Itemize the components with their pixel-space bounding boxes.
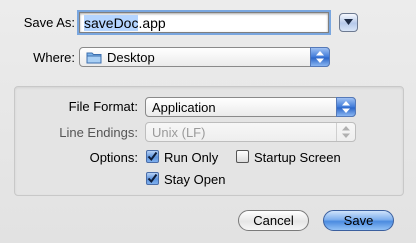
popup-arrows <box>336 97 356 117</box>
line-endings-value: Unix (LF) <box>152 124 206 140</box>
checkmark-icon <box>147 173 158 184</box>
popup-arrows <box>310 47 330 67</box>
run-only-checkbox[interactable] <box>146 150 159 163</box>
up-down-arrows-icon <box>316 51 324 63</box>
file-format-value: Application <box>152 99 216 115</box>
triangle-down-icon <box>344 19 353 25</box>
expand-dialog-button[interactable] <box>339 13 358 32</box>
stay-open-checkbox[interactable] <box>146 172 159 185</box>
file-format-label: File Format: <box>68 99 138 114</box>
line-endings-label: Line Endings: <box>59 125 138 140</box>
line-endings-popup[interactable]: Unix (LF) <box>145 122 356 142</box>
options-label: Options: <box>89 150 138 165</box>
stay-open-label: Stay Open <box>164 172 226 187</box>
filename-selected-text: saveDoc <box>84 15 139 31</box>
filename-input[interactable]: saveDoc.app <box>77 10 331 35</box>
up-down-arrows-icon <box>342 126 350 138</box>
popup-arrows <box>336 123 355 141</box>
save-button[interactable]: Save <box>323 210 394 231</box>
filename-extension-text: .app <box>138 15 166 31</box>
cancel-button[interactable]: Cancel <box>238 210 309 231</box>
checkmark-icon <box>147 151 158 162</box>
file-format-popup[interactable]: Application <box>145 97 356 117</box>
save-as-label: Save As: <box>23 15 75 30</box>
run-only-label: Run Only <box>164 150 219 165</box>
startup-screen-label: Startup Screen <box>254 150 341 165</box>
up-down-arrows-icon <box>342 101 350 113</box>
startup-screen-checkbox[interactable] <box>236 150 249 163</box>
